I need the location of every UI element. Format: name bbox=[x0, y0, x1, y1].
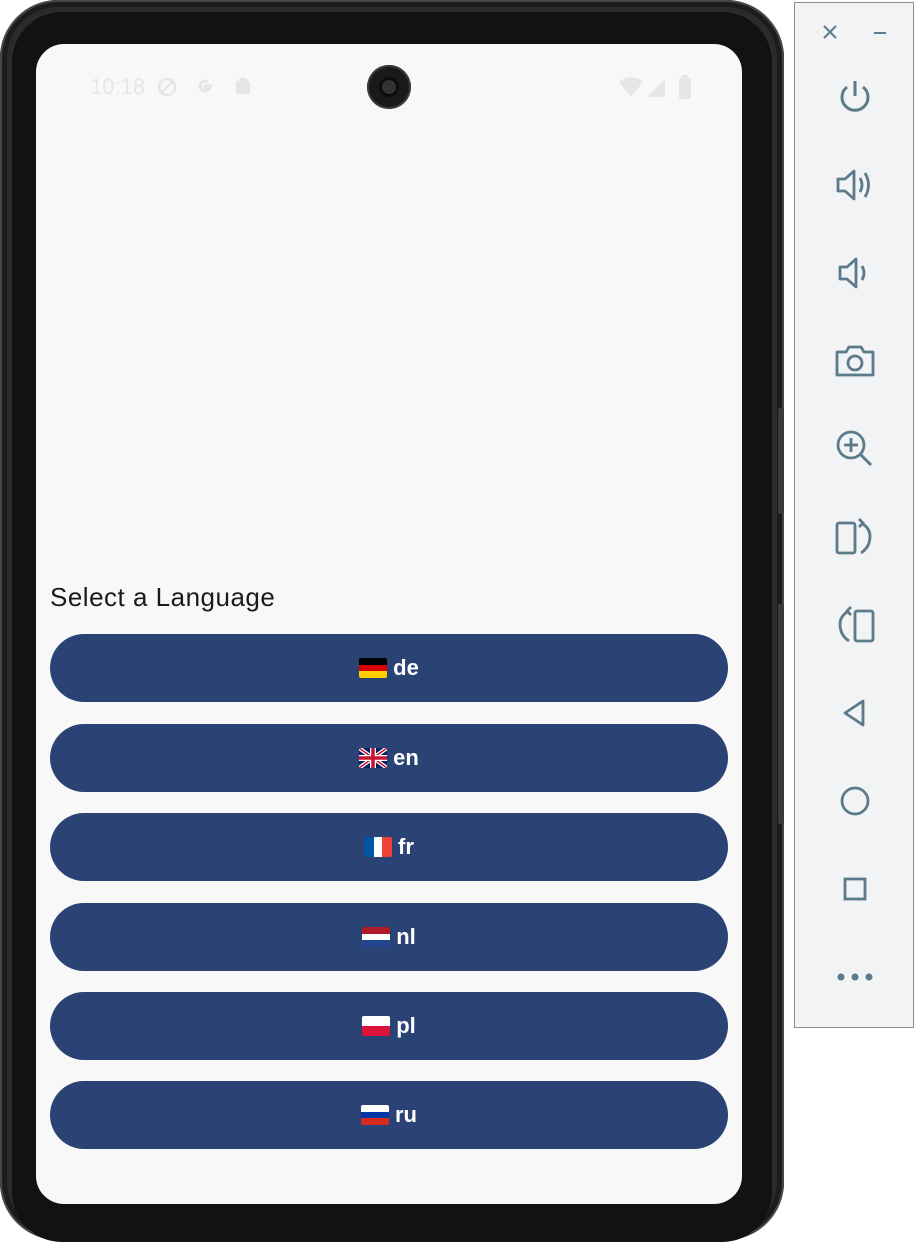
signal-icon bbox=[646, 78, 666, 103]
volume-up-button[interactable] bbox=[795, 153, 915, 217]
zoom-button[interactable] bbox=[795, 417, 915, 481]
emulator-toolbar bbox=[794, 2, 914, 1028]
language-button-fr[interactable]: fr bbox=[50, 813, 728, 881]
language-label: pl bbox=[396, 1013, 416, 1038]
power-button[interactable] bbox=[795, 65, 915, 129]
status-time: 10:18 bbox=[90, 74, 146, 99]
wifi-icon bbox=[618, 76, 644, 103]
germany-flag-icon bbox=[359, 658, 388, 678]
notification-icon bbox=[232, 76, 254, 103]
france-flag-icon bbox=[364, 837, 393, 857]
close-icon[interactable] bbox=[821, 23, 839, 46]
volume-down-icon bbox=[834, 253, 876, 293]
more-icon bbox=[835, 971, 875, 983]
more-button[interactable] bbox=[795, 945, 915, 1009]
netherlands-flag-icon bbox=[362, 927, 391, 947]
home-button[interactable] bbox=[795, 769, 915, 833]
language-button-pl[interactable]: pl bbox=[50, 992, 728, 1060]
overview-button[interactable] bbox=[795, 857, 915, 921]
zoom-icon bbox=[833, 427, 877, 471]
side-button-volume bbox=[778, 604, 784, 824]
back-icon bbox=[837, 695, 873, 731]
rotate-left-button[interactable] bbox=[795, 505, 915, 569]
language-button-en[interactable]: en bbox=[50, 724, 728, 792]
device-screen: 10:18 Select a Language de en fr nl pl r… bbox=[36, 44, 742, 1204]
phone-frame: 10:18 Select a Language de en fr nl pl r… bbox=[0, 0, 784, 1242]
language-button-ru[interactable]: ru bbox=[50, 1081, 728, 1149]
status-bar: 10:18 bbox=[36, 44, 742, 132]
battery-icon bbox=[678, 75, 692, 104]
power-icon bbox=[835, 77, 875, 117]
minimize-icon[interactable] bbox=[871, 23, 889, 46]
overview-icon bbox=[837, 871, 873, 907]
rotate-left-icon bbox=[833, 515, 877, 559]
volume-down-button[interactable] bbox=[795, 241, 915, 305]
camera-icon bbox=[833, 341, 877, 381]
russia-flag-icon bbox=[361, 1105, 389, 1125]
front-camera bbox=[367, 65, 411, 109]
language-label: en bbox=[393, 745, 419, 770]
side-button-power bbox=[778, 408, 784, 514]
rotate-right-button[interactable] bbox=[795, 593, 915, 657]
uk-flag-icon bbox=[359, 748, 388, 768]
language-label: de bbox=[393, 655, 419, 680]
back-button[interactable] bbox=[795, 681, 915, 745]
page-title: Select a Language bbox=[50, 582, 276, 612]
language-label: nl bbox=[396, 924, 416, 949]
language-label: ru bbox=[395, 1102, 417, 1127]
google-icon bbox=[194, 76, 216, 103]
language-button-nl[interactable]: nl bbox=[50, 903, 728, 971]
alarm-icon bbox=[156, 76, 178, 103]
language-button-de[interactable]: de bbox=[50, 634, 728, 702]
window-controls bbox=[795, 19, 915, 47]
volume-up-icon bbox=[834, 165, 876, 205]
poland-flag-icon bbox=[362, 1016, 391, 1036]
screenshot-button[interactable] bbox=[795, 329, 915, 393]
language-label: fr bbox=[398, 834, 414, 859]
home-icon bbox=[837, 783, 873, 819]
rotate-right-icon bbox=[833, 603, 877, 647]
